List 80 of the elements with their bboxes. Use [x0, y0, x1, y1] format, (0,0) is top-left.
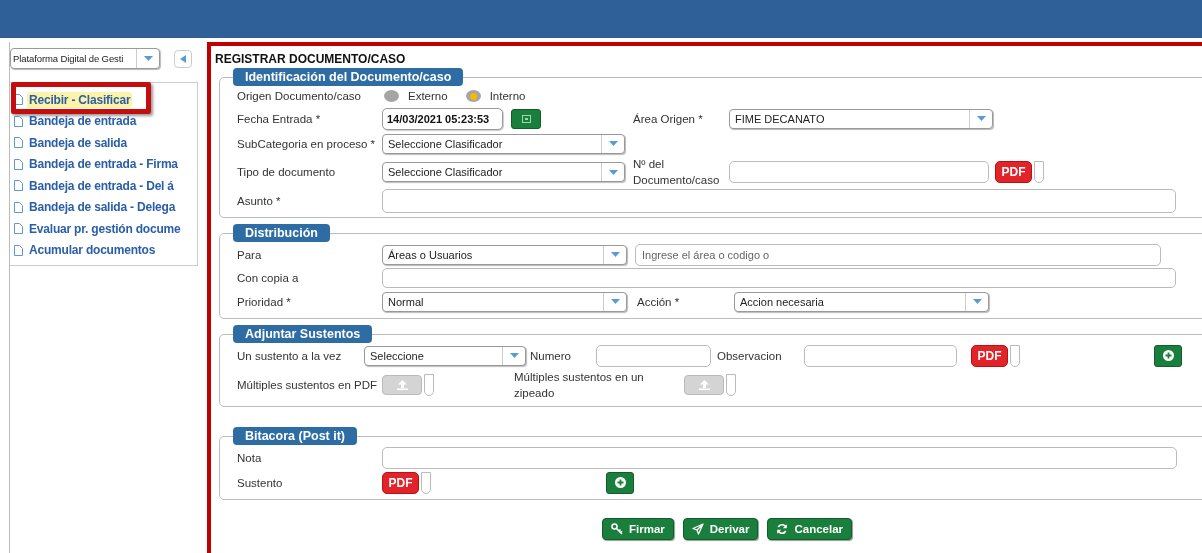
field-label: Numero: [530, 349, 572, 362]
field-label: Múltiples sustentos en un zipeado: [514, 370, 645, 401]
menu-item[interactable]: Bandeja de entrada - Firma: [27, 156, 180, 173]
form-title: REGISTRAR DOCUMENTO/CASO: [215, 52, 407, 68]
key-icon: [611, 523, 623, 535]
field-label: Prioridad *: [237, 295, 292, 308]
field-label: Acción *: [637, 295, 681, 308]
radio-label: Interno: [489, 90, 526, 102]
forward-button[interactable]: Derivar: [682, 518, 759, 540]
menu-item[interactable]: Bandeja de salida - Delega: [27, 199, 178, 216]
menu-item[interactable]: Bandeja de entrada - Del á: [27, 177, 176, 194]
menu-item[interactable]: Bandeja de salida: [27, 134, 129, 151]
menu-item[interactable]: Evaluar pr. gestión docume: [27, 220, 183, 237]
cancel-button[interactable]: Cancelar: [767, 518, 853, 540]
field-label: Un sustento a la vez: [237, 349, 343, 362]
field-label: Asunto *: [237, 194, 282, 207]
cc-field[interactable]: [382, 268, 1176, 288]
recipient-type-dropdown[interactable]: Áreas o Usuarios: [382, 244, 627, 265]
field-label: Tipo de documento: [237, 166, 337, 178]
document-icon: [14, 201, 23, 213]
subject-field[interactable]: [382, 188, 1176, 213]
document-icon: [14, 115, 23, 127]
plus-circle-icon: [1162, 350, 1174, 361]
document-icon: [14, 94, 23, 106]
upload-button[interactable]: [382, 375, 422, 395]
plus-circle-icon: [614, 477, 626, 488]
triangle-left-icon: [180, 54, 186, 63]
add-button[interactable]: [1154, 344, 1182, 367]
radio-button[interactable]: [465, 90, 481, 102]
field-label: Nota: [237, 451, 263, 464]
pdf-button[interactable]: PDF: [971, 344, 1008, 367]
field-label: Sustento: [237, 476, 284, 489]
field-label: Con copia a: [237, 272, 300, 284]
paper-plane-icon: [691, 523, 704, 535]
search-field[interactable]: Ingrese el área o codigo o: [635, 243, 1161, 266]
sign-button[interactable]: Firmar: [602, 518, 674, 540]
note-field[interactable]: [382, 446, 1177, 469]
action-dropdown[interactable]: Accion necesaria: [734, 291, 989, 312]
collapse-button[interactable]: [174, 49, 192, 68]
document-icon: [14, 158, 23, 170]
observation-field[interactable]: [804, 344, 957, 367]
field-label: Fecha Entrada *: [237, 112, 322, 125]
calendar-icon: [521, 114, 531, 123]
subcategory-dropdown[interactable]: Seleccione Clasificador: [382, 133, 625, 154]
menu-item[interactable]: Acumular documentos: [27, 242, 158, 259]
radio-label: Externo: [408, 90, 448, 102]
area-dropdown[interactable]: FIME DECANATO: [729, 108, 993, 129]
field-label: Origen Documento/caso: [237, 90, 362, 102]
upload-button[interactable]: [684, 375, 724, 395]
section-title: Bitacora (Post it): [233, 427, 357, 445]
menu-item[interactable]: Recibir - Clasificar: [27, 91, 133, 108]
menu-item[interactable]: Bandeja de entrada: [27, 113, 139, 130]
calendar-button[interactable]: [511, 108, 541, 129]
number-field[interactable]: [596, 344, 711, 367]
document-icon: [14, 137, 23, 149]
field-label: Múltiples sustentos en PDF: [237, 379, 378, 391]
add-button[interactable]: [606, 471, 634, 494]
module-dropdown[interactable]: Plataforma Digital de Gesti: [10, 48, 160, 69]
section-title: Adjuntar Sustentos: [233, 325, 373, 343]
radio-button[interactable]: [384, 90, 399, 102]
upload-icon: [698, 380, 710, 390]
field-label: Nº del Documento/caso: [633, 157, 721, 188]
pdf-button[interactable]: PDF: [995, 161, 1032, 183]
document-type-dropdown[interactable]: Seleccione Clasificador: [382, 162, 625, 182]
section-title: Identificación del Documento/caso: [233, 68, 464, 86]
attachment-dropdown[interactable]: Seleccione: [364, 345, 526, 366]
field-label: SubCategoria en proceso *: [237, 137, 377, 150]
document-icon: [14, 180, 23, 192]
document-number-field[interactable]: [729, 161, 989, 183]
refresh-icon: [776, 523, 789, 535]
field-label: Observacion: [717, 349, 783, 362]
pdf-button[interactable]: PDF: [382, 471, 419, 494]
field-label: Área Origen *: [633, 112, 704, 125]
document-icon: [14, 244, 23, 256]
section-title: Distribución: [233, 224, 330, 242]
field-label: Para: [237, 248, 263, 261]
upload-icon: [396, 380, 408, 390]
document-icon: [14, 223, 23, 235]
priority-dropdown[interactable]: Normal: [382, 291, 627, 312]
date-field[interactable]: 14/03/2021 05:23:53: [382, 107, 503, 130]
